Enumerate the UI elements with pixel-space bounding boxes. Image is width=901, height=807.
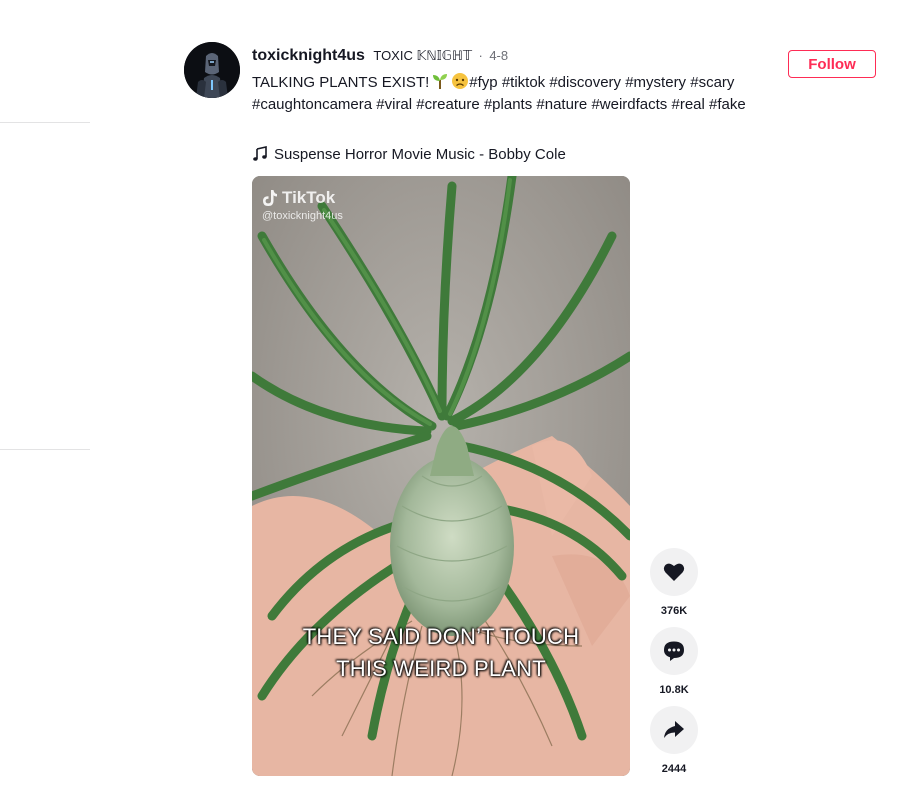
like-button[interactable]	[650, 548, 698, 596]
share-icon	[664, 721, 684, 738]
watermark-brand: TikTok	[282, 188, 336, 207]
hashtag-link[interactable]: #mystery	[625, 74, 686, 91]
hashtag-link[interactable]: #caughtoncamera	[252, 96, 372, 113]
hashtag-link[interactable]: #scary	[690, 74, 734, 91]
post-caption: TALKING PLANTS EXIST! #fyp #tiktok #disc…	[252, 72, 782, 116]
hashtag-link[interactable]: #nature	[536, 96, 587, 113]
author-avatar[interactable]	[184, 42, 240, 98]
music-link[interactable]: Suspense Horror Movie Music - Bobby Cole	[252, 143, 566, 165]
post-date: 4-8	[489, 48, 509, 63]
video-frame-image	[252, 176, 630, 776]
hashtag-link[interactable]: #tiktok	[502, 74, 545, 91]
hashtag-link[interactable]: #discovery	[549, 74, 621, 91]
left-divider-top	[0, 122, 90, 123]
video-player[interactable]: TikTok @toxicknight4us THEY SAID DON’T T…	[252, 176, 630, 776]
share-button[interactable]	[650, 706, 698, 754]
music-note-icon	[253, 146, 267, 161]
hashtag-link[interactable]: #fyp	[469, 74, 497, 91]
author-username[interactable]: toxicknight4us	[252, 47, 365, 64]
watermark-handle: @toxicknight4us	[262, 210, 343, 222]
comment-action: 10.8K	[650, 627, 698, 696]
heart-icon	[663, 563, 685, 581]
video-subtitle-line-1: THEY SAID DON’T TOUCH	[302, 624, 580, 649]
author-line: toxicknight4us TOXIC 𝕂ℕ𝕀𝔾ℍ𝕋 · 4-8	[252, 47, 508, 67]
separator-dot: ·	[478, 48, 483, 63]
hashtag-link[interactable]: #fake	[709, 96, 746, 113]
follow-button[interactable]: Follow	[788, 50, 876, 78]
video-subtitle-line-2: THIS WEIRD PLANT	[336, 656, 546, 681]
caption-text: TALKING PLANTS EXIST!	[252, 74, 430, 91]
author-nickname[interactable]: TOXIC 𝕂ℕ𝕀𝔾ℍ𝕋	[373, 48, 472, 63]
knight-avatar-icon	[184, 42, 240, 98]
like-count: 376K	[660, 605, 688, 617]
hashtag-link[interactable]: #viral	[376, 96, 412, 113]
tiktok-logo-icon	[263, 190, 277, 206]
hashtag-link[interactable]: #real	[671, 96, 704, 113]
hashtag-link[interactable]: #plants	[484, 96, 532, 113]
tiktok-watermark: TikTok @toxicknight4us	[262, 188, 343, 222]
like-action: 376K	[650, 548, 698, 617]
share-action: 2444	[650, 706, 698, 775]
left-divider-bottom	[0, 449, 90, 450]
worried-face-emoji-icon	[452, 73, 469, 89]
hashtag-link[interactable]: #weirdfacts	[591, 96, 667, 113]
seedling-emoji-icon	[433, 74, 448, 89]
hashtag-link[interactable]: #creature	[416, 96, 479, 113]
comment-count: 10.8K	[659, 684, 689, 696]
share-count: 2444	[661, 763, 687, 775]
comment-button[interactable]	[650, 627, 698, 675]
comment-icon	[664, 641, 684, 661]
music-title: Suspense Horror Movie Music - Bobby Cole	[274, 145, 566, 163]
